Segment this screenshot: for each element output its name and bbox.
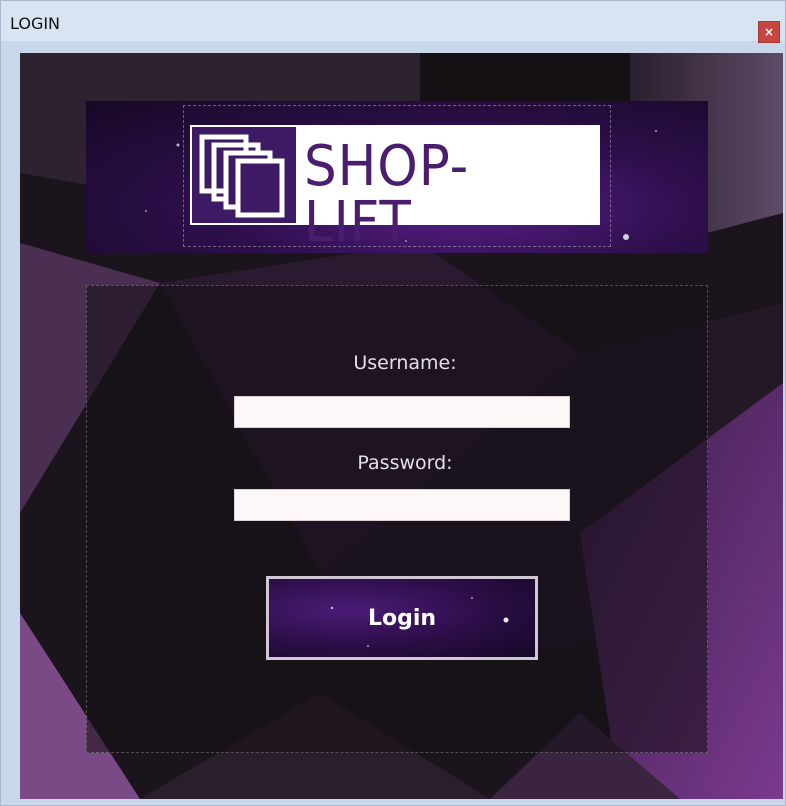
username-label: Username: [353,352,457,374]
login-form: Username: Password: Login [86,285,708,753]
client-area: SHOP-LIFT Username: Password: Login [20,53,783,799]
logo: SHOP-LIFT [190,125,600,251]
stacked-squares-icon [192,127,296,223]
password-input[interactable] [234,489,570,521]
close-icon: × [763,25,775,39]
logo-text: SHOP-LIFT [304,134,470,253]
username-input[interactable] [234,396,570,428]
logo-banner: SHOP-LIFT [86,101,708,253]
window-title: LOGIN [10,14,61,33]
login-button[interactable]: Login [266,576,538,660]
title-bar[interactable]: LOGIN × [1,1,785,43]
login-window: LOGIN × SHOP-LIFT Username: Password: Lo… [0,0,786,806]
login-button-label: Login [367,605,437,631]
password-label: Password: [357,452,453,474]
close-button[interactable]: × [758,21,780,43]
